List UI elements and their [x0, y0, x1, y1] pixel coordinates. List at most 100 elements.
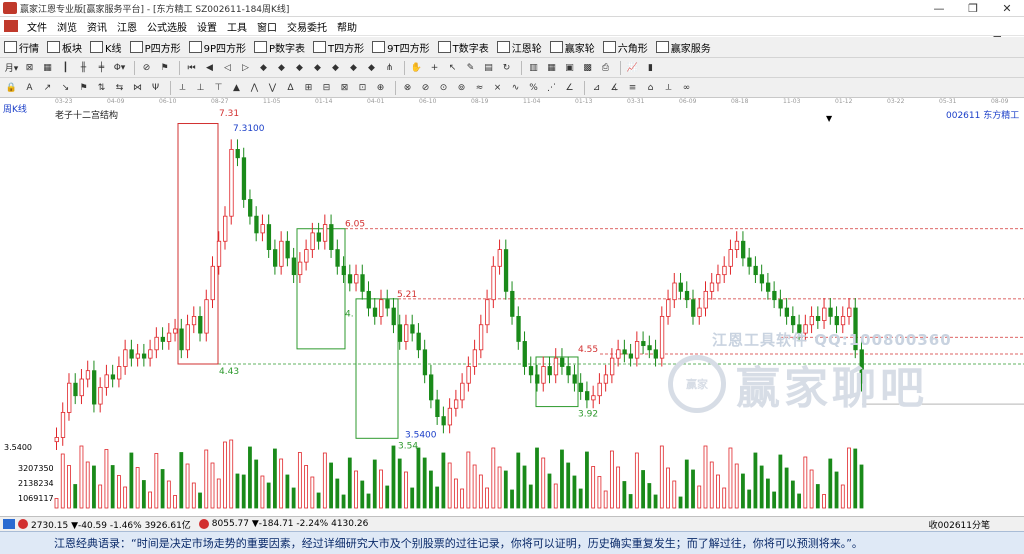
draw-tool-34-icon[interactable]: ≡ [625, 81, 640, 95]
draw-tool-18-icon[interactable]: ⊟ [319, 81, 334, 95]
draw-tool-2-icon[interactable]: A [22, 81, 37, 95]
draw-tool-3-icon[interactable]: ↗ [40, 81, 55, 95]
menu-news[interactable]: 资讯 [82, 19, 112, 34]
draw-tool-36-icon[interactable]: ⟂ [661, 81, 676, 95]
toolbar-btn-kline[interactable]: K线 [90, 40, 122, 55]
draw-tool-9-icon[interactable]: Ψ [148, 81, 163, 95]
zoom-icon[interactable]: ⊘ [139, 61, 154, 75]
diamond-5-icon[interactable]: ◆ [328, 61, 343, 75]
menu-formula[interactable]: 公式选股 [142, 19, 192, 34]
draw-tool-17-icon[interactable]: ⊞ [301, 81, 316, 95]
minimize-button[interactable]: — [922, 0, 956, 17]
menu-help[interactable]: 帮助 [332, 19, 362, 34]
print-icon[interactable]: ⎙ [598, 61, 613, 75]
toolbar-btn-9t-square[interactable]: 9T四方形 [372, 40, 430, 55]
crosshair-icon[interactable]: ⊠ [22, 61, 37, 75]
draw-tool-5-icon[interactable]: ⚑ [76, 81, 91, 95]
draw-tool-30-icon[interactable]: ⋰ [544, 81, 559, 95]
diamond-6-icon[interactable]: ◆ [346, 61, 361, 75]
draw-tool-32-icon[interactable]: ⊿ [589, 81, 604, 95]
menu-trade[interactable]: 交易委托 [282, 19, 332, 34]
toolbar-btn-winner-wheel[interactable]: 赢家轮 [549, 40, 595, 55]
diamond-2-icon[interactable]: ◆ [274, 61, 289, 75]
draw-tool-19-icon[interactable]: ⊠ [337, 81, 352, 95]
diamond-1-icon[interactable]: ◆ [256, 61, 271, 75]
draw-tool-27-icon[interactable]: ⨯ [490, 81, 505, 95]
line-tool-icon[interactable]: ╪ [94, 61, 109, 75]
period-dropdown[interactable]: 月▾ [4, 61, 19, 75]
draw-tool-12-icon[interactable]: ⊤ [211, 81, 226, 95]
draw-tool-33-icon[interactable]: ∡ [607, 81, 622, 95]
toolbar-btn-dollar[interactable]: 赢家服务 [655, 40, 711, 55]
arrow-icon[interactable]: ↖ [445, 61, 460, 75]
close-button[interactable]: ✕ [990, 0, 1024, 17]
draw-tool-29-icon[interactable]: % [526, 81, 541, 95]
chart-bars-icon[interactable]: ▮ [643, 61, 658, 75]
draw-tool-7-icon[interactable]: ⇆ [112, 81, 127, 95]
menu-tools[interactable]: 工具 [222, 19, 252, 34]
sheet-icon[interactable]: ▤ [481, 61, 496, 75]
grid-status-icon[interactable] [3, 519, 15, 529]
toolbar-btn-p-square[interactable]: P四方形 [129, 40, 181, 55]
draw-tool-6-icon[interactable]: ⇅ [94, 81, 109, 95]
draw-tool-10-icon[interactable]: ⟂ [175, 81, 190, 95]
draw-tool-22-icon[interactable]: ⊗ [400, 81, 415, 95]
save-icon[interactable]: ▩ [580, 61, 595, 75]
draw-tool-15-icon[interactable]: ⋁ [265, 81, 280, 95]
toolbar-btn-9p-square[interactable]: 9P四方形 [188, 40, 246, 55]
fork-icon[interactable]: ⋔ [382, 61, 397, 75]
toolbar-btn-grid[interactable]: 行情 [4, 40, 39, 55]
draw-tool-24-icon[interactable]: ⊙ [436, 81, 451, 95]
draw-tool-28-icon[interactable]: ∿ [508, 81, 523, 95]
draw-tool-26-icon[interactable]: ≈ [472, 81, 487, 95]
monitor-icon[interactable]: ▣ [562, 61, 577, 75]
chart-area[interactable]: 03-23 04-09 06-10 08-27 11-05 01-14 04-01 06-10… [0, 98, 1024, 516]
candle-down [329, 224, 334, 251]
calendar-icon[interactable]: ▥ [526, 61, 541, 75]
draw-tool-14-icon[interactable]: ⋀ [247, 81, 262, 95]
draw-tool-1-icon[interactable]: 🔒 [4, 81, 19, 95]
chart-up-icon[interactable]: 📈 [625, 61, 640, 75]
draw-tool-13-icon[interactable]: ▲ [229, 81, 244, 95]
bar-tool-icon[interactable]: ╫ [76, 61, 91, 75]
flag-icon[interactable]: ⚑ [157, 61, 172, 75]
draw-tool-4-icon[interactable]: ↘ [58, 81, 73, 95]
draw-tool-37-icon[interactable]: ∞ [679, 81, 694, 95]
menu-file[interactable]: 文件 [22, 19, 52, 34]
menu-settings[interactable]: 设置 [192, 19, 222, 34]
diamond-4-icon[interactable]: ◆ [310, 61, 325, 75]
draw-tool-20-icon[interactable]: ⊡ [355, 81, 370, 95]
back-icon[interactable]: ◁ [220, 61, 235, 75]
prev-icon[interactable]: ◀ [202, 61, 217, 75]
diamond-7-icon[interactable]: ◆ [364, 61, 379, 75]
draw-tool-16-icon[interactable]: ∆ [283, 81, 298, 95]
menu-gann[interactable]: 江恩 [112, 19, 142, 34]
toolbar-btn-p-table[interactable]: P数字表 [254, 40, 305, 55]
diamond-3-icon[interactable]: ◆ [292, 61, 307, 75]
forward-icon[interactable]: ▷ [238, 61, 253, 75]
draw-tool-31-icon[interactable]: ∠ [562, 81, 577, 95]
toolbar-btn-hexagon[interactable]: 六角形 [602, 40, 648, 55]
hand-icon[interactable]: ✋ [409, 61, 424, 75]
draw-tool-21-icon[interactable]: ⊕ [373, 81, 388, 95]
toolbar-btn-gann-wheel[interactable]: 江恩轮 [496, 40, 542, 55]
candle-tool-icon[interactable]: ┃ [58, 61, 73, 75]
calc-icon[interactable]: ▦ [544, 61, 559, 75]
toolbar-btn-blocks[interactable]: 板块 [47, 40, 82, 55]
toolbar-btn-t-square[interactable]: T四方形 [313, 40, 364, 55]
draw-tool-23-icon[interactable]: ⊘ [418, 81, 433, 95]
price-tool-icon[interactable]: Φ▾ [112, 61, 127, 75]
pen-icon[interactable]: ✎ [463, 61, 478, 75]
grid-tool-icon[interactable]: ▦ [40, 61, 55, 75]
menu-window[interactable]: 窗口 [252, 19, 282, 34]
maximize-button[interactable]: ❐ [956, 0, 990, 17]
first-icon[interactable]: ⏮ [184, 61, 199, 75]
draw-tool-35-icon[interactable]: ⌂ [643, 81, 658, 95]
draw-tool-11-icon[interactable]: ⊥ [193, 81, 208, 95]
refresh-icon[interactable]: ↻ [499, 61, 514, 75]
draw-tool-25-icon[interactable]: ⊚ [454, 81, 469, 95]
toolbar-btn-t-table[interactable]: T数字表 [437, 40, 489, 55]
draw-tool-8-icon[interactable]: ⋈ [130, 81, 145, 95]
menu-browse[interactable]: 浏览 [52, 19, 82, 34]
plus-icon[interactable]: + [427, 61, 442, 75]
